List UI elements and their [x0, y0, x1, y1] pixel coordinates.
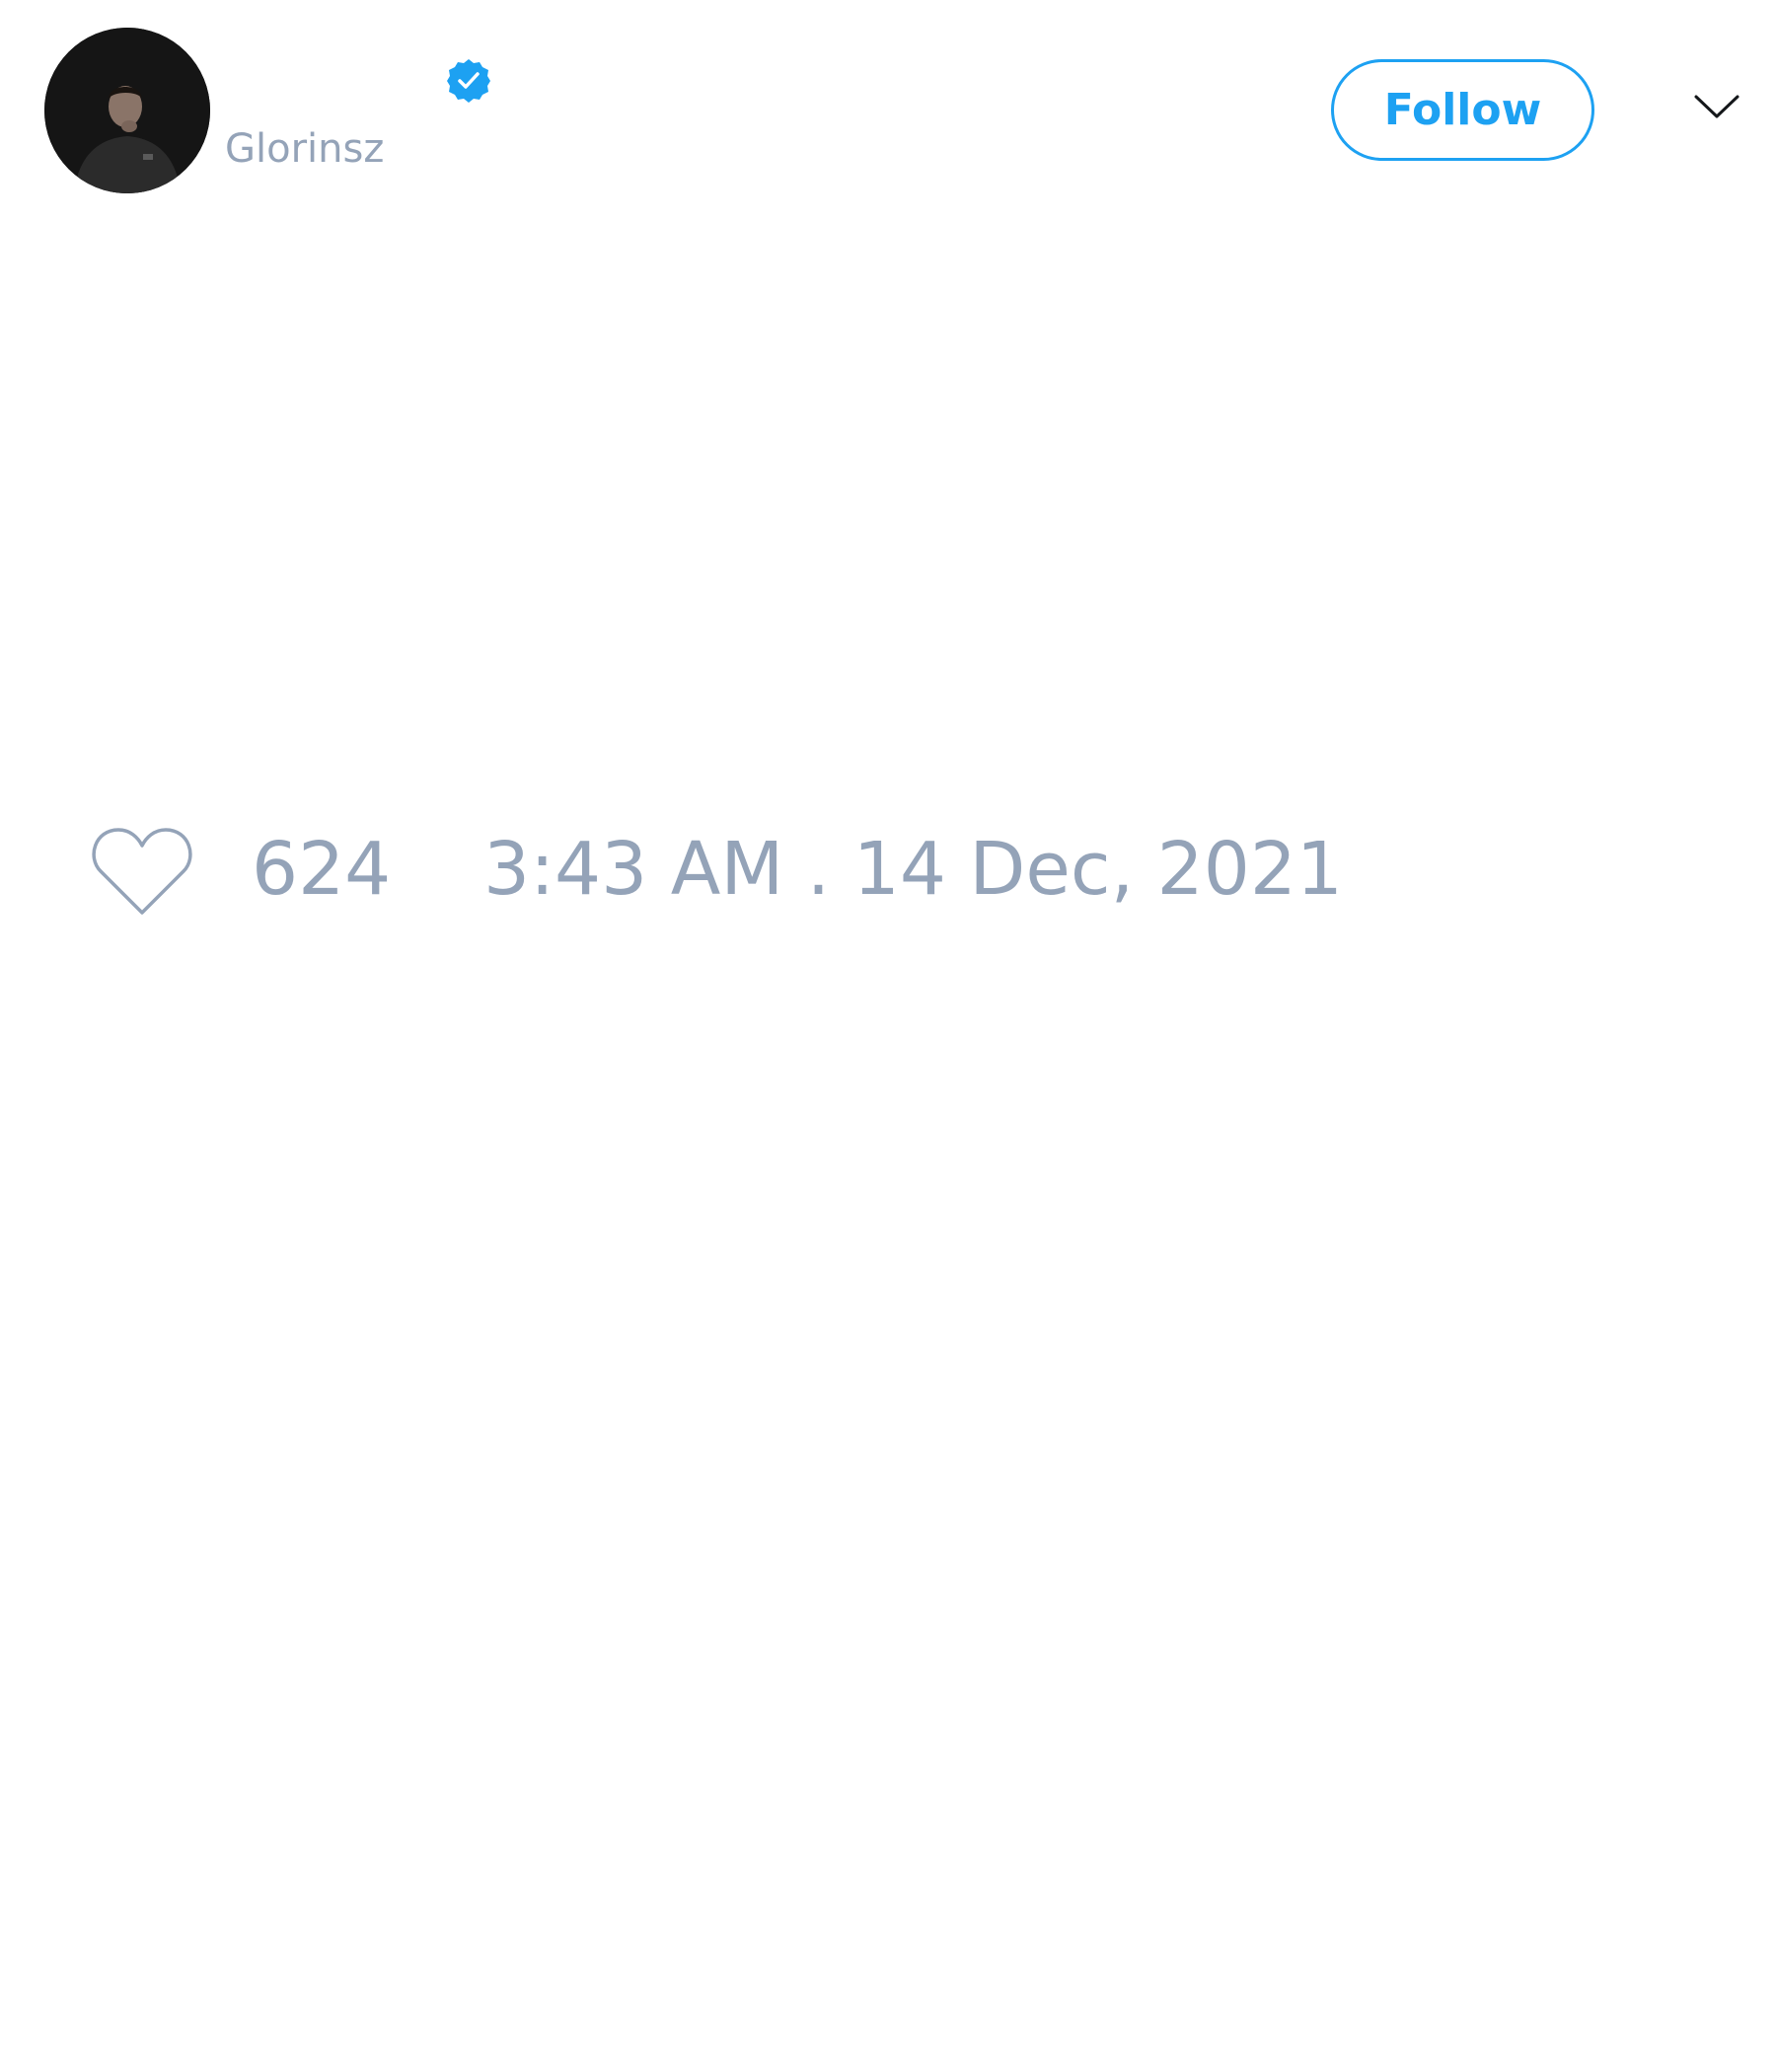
- display-name[interactable]: [225, 54, 235, 100]
- heart-icon[interactable]: [89, 824, 195, 919]
- avatar[interactable]: [44, 28, 210, 193]
- like-count: 624: [252, 827, 392, 912]
- user-handle[interactable]: Glorinsz: [225, 126, 384, 172]
- tweet-timestamp[interactable]: 3:43 AM . 14 Dec, 2021: [483, 827, 1343, 912]
- verified-badge-icon: [447, 59, 490, 103]
- follow-button[interactable]: Follow: [1331, 59, 1594, 161]
- chevron-down-icon[interactable]: [1693, 91, 1740, 122]
- avatar-photo: [44, 28, 210, 193]
